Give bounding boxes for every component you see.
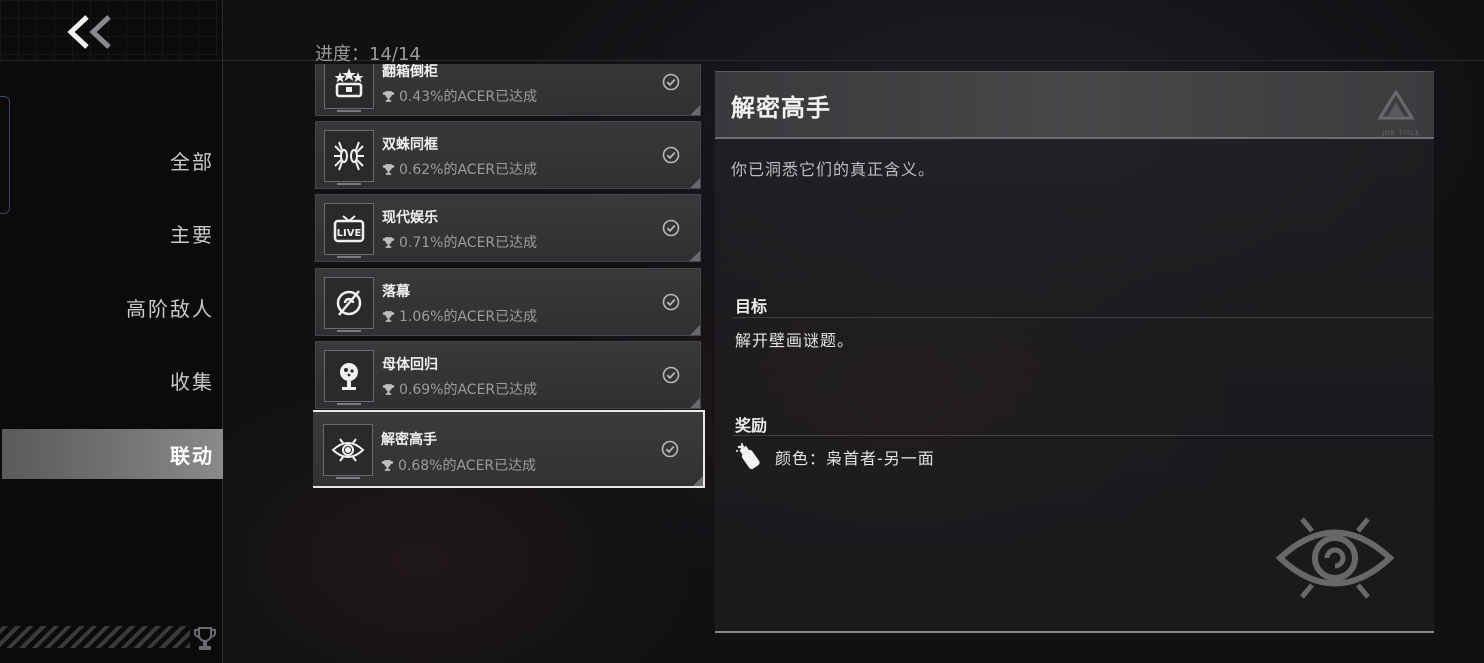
progress-text: 进度：14/14 [315, 44, 421, 65]
header-small-text: JOB TITLE [1382, 130, 1420, 137]
achievement-card-twin-spider[interactable]: 双蛛同框 0.62%的ACER已达成 [315, 121, 701, 189]
reward-divider [733, 435, 1433, 436]
achievement-meta: 1.06%的ACER已达成 [382, 306, 537, 326]
spray-can-icon [736, 443, 760, 470]
reward-text: 颜色：枭首者-另一面 [775, 449, 935, 468]
completed-check-icon [661, 440, 679, 458]
achievement-percent: 0.71%的ACER已达成 [399, 235, 538, 251]
chest-stars-icon [324, 64, 374, 112]
sidebar: 全部 主要 高阶敌人 收集 联动 [0, 0, 223, 663]
nav-item-label: 联动 [170, 443, 214, 468]
trophy-icon [382, 236, 395, 248]
achievement-percent: 0.69%的ACER已达成 [399, 382, 538, 398]
detail-description: 你已洞悉它们的真正含义。 [731, 160, 936, 179]
trophy-icon [382, 163, 395, 175]
eye-emblem-icon [323, 424, 373, 479]
nav-item-label: 主要 [170, 222, 214, 247]
achievement-percent: 0.62%的ACER已达成 [399, 162, 538, 178]
back-button[interactable] [60, 12, 124, 52]
nav-item-main[interactable]: 主要 [0, 208, 223, 258]
detail-header: 解密高手 JOB TITLE [715, 71, 1434, 139]
achievement-detail-panel: 解密高手 JOB TITLE 你已洞悉它们的真正含义。 目标 解开壁画谜题。 奖… [715, 71, 1434, 633]
nav-item-collection[interactable]: 收集 [0, 355, 223, 405]
top-divider [0, 60, 1484, 61]
achievement-title: 双蛛同框 [382, 137, 438, 153]
achievement-card-decryption-master[interactable]: 解密高手 0.68%的ACER已达成 [313, 410, 705, 488]
achievement-title: 翻箱倒柜 [382, 64, 438, 80]
live-tv-icon: LIVE [324, 203, 374, 258]
nav-item-collab[interactable]: 联动 [2, 429, 223, 479]
achievement-meta: 0.43%的ACER已达成 [382, 86, 537, 106]
trophy-icon [382, 383, 395, 395]
achievement-percent: 0.68%的ACER已达成 [398, 458, 537, 474]
achievement-list[interactable]: 翻箱倒柜 0.43%的ACER已达成 双蛛同框 0.62%的ACER已达成 LI… [313, 64, 705, 490]
trophy-icon [381, 459, 394, 471]
svg-text:LIVE: LIVE [337, 228, 362, 239]
achievement-percent: 0.43%的ACER已达成 [399, 89, 538, 105]
game-logo-icon [1378, 90, 1414, 120]
achievement-card-chest[interactable]: 翻箱倒柜 0.43%的ACER已达成 [315, 64, 701, 116]
reward-item: 颜色：枭首者-另一面 [733, 441, 935, 473]
achievement-meta: 0.69%的ACER已达成 [382, 379, 537, 399]
nav-item-label: 收集 [170, 369, 214, 394]
achievement-title: 解密高手 [381, 432, 437, 448]
motherbrain-icon [324, 350, 374, 405]
sidebar-hatch-decoration [0, 626, 190, 648]
completed-check-icon [662, 146, 680, 164]
nav-item-label: 全部 [170, 149, 214, 174]
double-chevron-left-icon [67, 15, 111, 49]
achievement-percent: 1.06%的ACER已达成 [399, 309, 538, 325]
detail-title: 解密高手 [731, 94, 831, 122]
achievement-card-curtain[interactable]: 落幕 1.06%的ACER已达成 [315, 268, 701, 336]
achievement-card-live-tv[interactable]: LIVE 现代娱乐 0.71%的ACER已达成 [315, 194, 701, 262]
trophy-icon [382, 90, 395, 102]
goal-divider [733, 317, 1433, 318]
completed-check-icon [662, 73, 680, 91]
reward-label: 奖励 [735, 416, 768, 435]
twin-spider-icon [324, 130, 374, 185]
goal-text: 解开壁画谜题。 [735, 331, 855, 350]
completed-check-icon [662, 366, 680, 384]
trophy-icon [382, 310, 395, 322]
achievement-title: 落幕 [382, 284, 410, 300]
nav-item-label: 高阶敌人 [126, 296, 214, 321]
eye-emblem-icon [1275, 517, 1395, 599]
achievement-title: 现代娱乐 [382, 210, 438, 226]
achievement-title: 母体回归 [382, 357, 438, 373]
completed-check-icon [662, 219, 680, 237]
completed-check-icon [662, 293, 680, 311]
achievement-meta: 0.62%的ACER已达成 [382, 159, 537, 179]
trophy-icon [194, 627, 216, 650]
slashed-circle-icon [324, 277, 374, 332]
nav-item-elite-enemies[interactable]: 高阶敌人 [0, 282, 223, 332]
goal-label: 目标 [735, 297, 768, 316]
nav-item-all[interactable]: 全部 [0, 135, 223, 185]
achievement-card-mother-return[interactable]: 母体回归 0.69%的ACER已达成 [315, 341, 701, 409]
achievement-meta: 0.68%的ACER已达成 [381, 455, 536, 475]
achievement-meta: 0.71%的ACER已达成 [382, 232, 537, 252]
